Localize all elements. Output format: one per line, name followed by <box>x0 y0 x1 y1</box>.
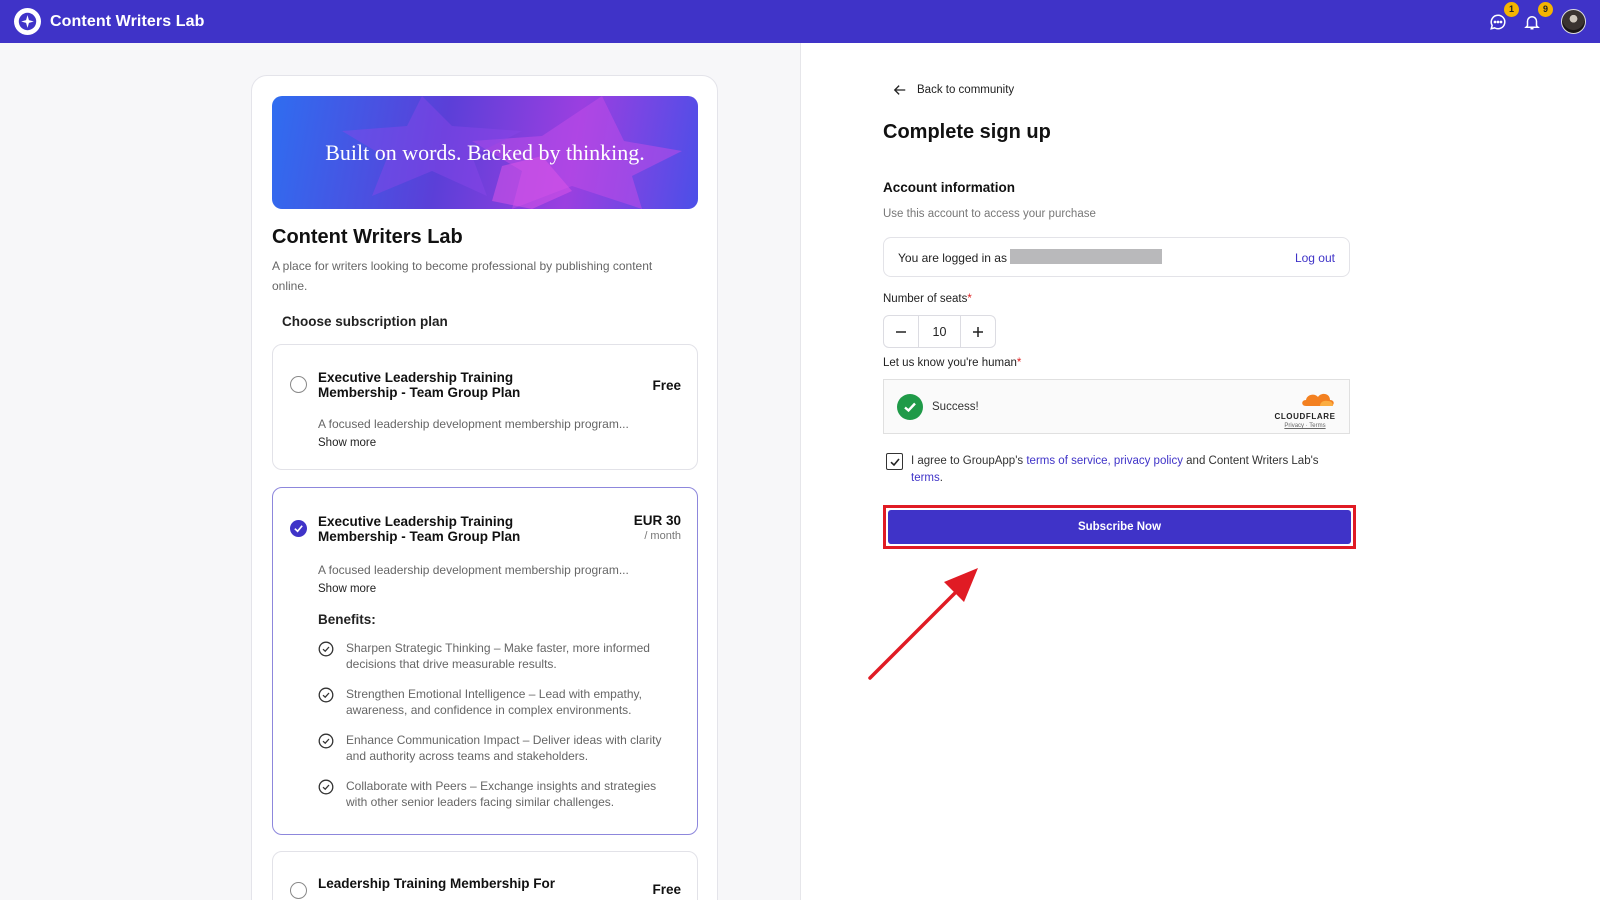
chat-icon <box>1490 13 1506 30</box>
logged-in-account-box: You are logged in as Log out <box>883 237 1350 277</box>
benefit-text: Collaborate with Peers – Exchange insigh… <box>346 779 657 809</box>
plan-price: EUR 30 <box>633 513 681 528</box>
annotation-arrow-icon <box>868 568 978 680</box>
plan-name: Leadership Training Membership For <box>318 876 556 891</box>
check-icon <box>294 525 303 533</box>
success-check-icon <box>897 394 923 420</box>
back-label: Back to community <box>917 84 1015 96</box>
community-logo-icon <box>14 8 41 35</box>
agree-end: . <box>939 472 943 484</box>
seats-stepper[interactable]: 10 <box>883 315 996 348</box>
plan-option-free-2[interactable]: Leadership Training Membership For Free <box>272 851 698 900</box>
plan-name: Executive Leadership Training Membership… <box>318 370 521 400</box>
agree-mid: and Content Writers Lab's <box>1182 455 1319 467</box>
terms-agreement: I agree to GroupApp's terms of service, … <box>886 453 1336 487</box>
benefit-text: Strengthen Emotional Intelligence – Lead… <box>346 687 642 717</box>
choose-plan-label: Choose subscription plan <box>282 314 448 329</box>
plan-radio[interactable] <box>290 882 307 899</box>
terms-text: I agree to GroupApp's terms of service, … <box>911 453 1336 487</box>
back-to-community-link[interactable]: Back to community <box>893 83 1014 97</box>
captcha-status: Success! <box>932 401 979 413</box>
top-navbar: Content Writers Lab 1 9 <box>0 0 1600 43</box>
log-out-link[interactable]: Log out <box>1295 251 1335 265</box>
captcha-links[interactable]: Privacy · Terms <box>1273 423 1337 429</box>
brand[interactable]: Content Writers Lab <box>14 8 205 35</box>
account-info-title: Account information <box>883 180 1015 195</box>
community-description: A place for writers looking to become pr… <box>272 259 653 293</box>
plan-description: A focused leadership development members… <box>318 417 629 431</box>
minus-icon <box>896 330 906 333</box>
page-title: Complete sign up <box>883 121 1051 143</box>
terms-checkbox[interactable] <box>886 453 903 470</box>
cloudflare-captcha[interactable]: Success! CLOUDFLARE Privacy · Terms <box>883 379 1350 434</box>
messages-button[interactable]: 1 <box>1487 1 1519 33</box>
agree-prefix: I agree to GroupApp's <box>911 455 1027 467</box>
subscribe-now-button[interactable]: Subscribe Now <box>888 510 1351 544</box>
benefit-item: Strengthen Emotional Intelligence – Lead… <box>318 686 678 718</box>
plus-icon <box>973 326 983 337</box>
privacy-policy-link[interactable]: privacy policy <box>1114 455 1183 467</box>
seats-label: Number of seats* <box>883 293 972 305</box>
plan-radio-selected[interactable] <box>290 520 307 537</box>
plan-option-free[interactable]: Executive Leadership Training Membership… <box>272 344 698 470</box>
bell-icon <box>1524 15 1540 29</box>
human-check-label: Let us know you're human* <box>883 357 1021 369</box>
check-circle-icon <box>318 733 334 749</box>
notifications-badge: 9 <box>1538 1 1553 17</box>
banner-tagline: Built on words. Backed by thinking. <box>325 139 645 165</box>
show-more-link[interactable]: Show more <box>318 437 376 449</box>
plan-period: / month <box>644 530 681 542</box>
benefit-item: Collaborate with Peers – Exchange insigh… <box>318 778 678 810</box>
community-banner: Built on words. Backed by thinking. <box>272 96 698 209</box>
plan-name: Executive Leadership Training Membership… <box>318 514 521 544</box>
benefit-item: Sharpen Strategic Thinking – Make faster… <box>318 640 678 672</box>
cloudflare-wordmark: CLOUDFLARE <box>1274 412 1336 421</box>
terms-of-service-link[interactable]: terms of service <box>1026 455 1107 467</box>
app-name: Content Writers Lab <box>50 12 205 30</box>
benefit-item: Enhance Communication Impact – Deliver i… <box>318 732 678 764</box>
user-avatar[interactable] <box>1561 9 1586 34</box>
seats-label-text: Number of seats <box>883 293 968 305</box>
required-mark: * <box>1016 357 1022 369</box>
benefit-text: Enhance Communication Impact – Deliver i… <box>346 733 662 763</box>
check-circle-icon <box>318 779 334 795</box>
check-circle-icon <box>318 641 334 657</box>
check-circle-icon <box>318 687 334 703</box>
required-mark: * <box>967 293 972 305</box>
plan-description: A focused leadership development members… <box>318 563 629 577</box>
increment-seats-button[interactable] <box>961 316 995 347</box>
notifications-button[interactable]: 9 <box>1521 1 1553 33</box>
cloudflare-logo: CLOUDFLARE Privacy · Terms <box>1273 390 1337 429</box>
messages-badge: 1 <box>1504 1 1519 17</box>
plan-price: Free <box>652 378 681 393</box>
arrow-left-icon <box>893 85 906 95</box>
plan-price: Free <box>652 882 681 897</box>
benefit-text: Sharpen Strategic Thinking – Make faster… <box>346 641 650 671</box>
checkbox-check-icon <box>889 457 900 466</box>
subscribe-highlight-box: Subscribe Now <box>883 505 1356 549</box>
plan-option-eur30[interactable]: Executive Leadership Training Membership… <box>272 487 698 835</box>
plan-radio[interactable] <box>290 376 307 393</box>
community-title: Content Writers Lab <box>272 226 463 248</box>
cloud-icon <box>1302 393 1334 406</box>
signup-panel: Back to community Complete sign up Accou… <box>800 43 1600 900</box>
logged-in-text: You are logged in as <box>898 251 1007 265</box>
decrement-seats-button[interactable] <box>884 316 918 347</box>
benefits-title: Benefits: <box>318 612 376 627</box>
community-card: Built on words. Backed by thinking. Cont… <box>251 75 718 900</box>
seats-value[interactable]: 10 <box>918 316 961 347</box>
redacted-email <box>1010 249 1162 264</box>
community-terms-link[interactable]: terms <box>911 472 940 484</box>
show-more-link[interactable]: Show more <box>318 583 376 595</box>
community-panel: Built on words. Backed by thinking. Cont… <box>0 43 800 900</box>
human-label-text: Let us know you're human <box>883 357 1017 369</box>
account-info-subtitle: Use this account to access your purchase <box>883 208 1096 220</box>
